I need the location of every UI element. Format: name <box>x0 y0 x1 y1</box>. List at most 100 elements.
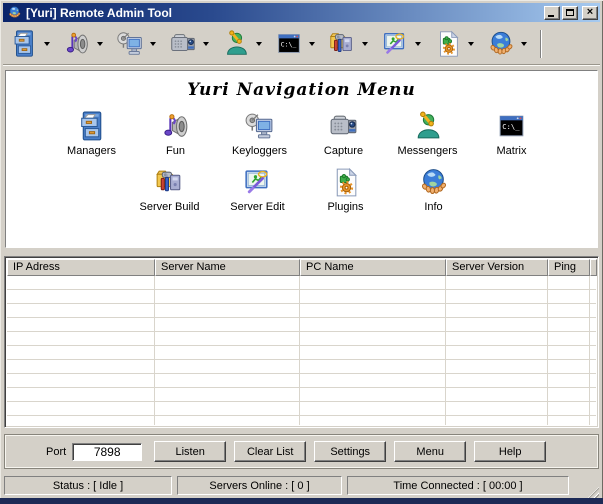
camcorder-icon <box>327 110 360 143</box>
dropdown-icon[interactable] <box>44 42 50 46</box>
settings-button[interactable]: Settings <box>314 441 386 462</box>
status-panel-servers-online: Servers Online : [ 0 ] <box>177 476 342 495</box>
document-gears-icon <box>329 166 362 199</box>
nav-item-label: Capture <box>324 145 363 157</box>
nav-item-server-edit[interactable]: Server Edit <box>214 166 302 213</box>
nav-item-keyloggers[interactable]: Keyloggers <box>218 110 302 157</box>
status-bar: Status : [ Idle ] Servers Online : [ 0 ]… <box>3 474 600 497</box>
dropdown-icon[interactable] <box>362 42 368 46</box>
menu-button[interactable]: Menu <box>394 441 466 462</box>
terminal-icon <box>274 29 304 59</box>
listen-button[interactable]: Listen <box>154 441 226 462</box>
music-speaker-icon <box>159 110 192 143</box>
dropdown-icon[interactable] <box>521 42 527 46</box>
nav-item-label: Keyloggers <box>232 145 287 157</box>
grid-line <box>299 276 300 425</box>
nav-item-capture[interactable]: Capture <box>302 110 386 157</box>
nav-item-server-build[interactable]: Server Build <box>126 166 214 213</box>
toolbar-button-capture[interactable] <box>167 28 210 60</box>
nav-item-info[interactable]: Info <box>390 166 478 213</box>
column-header-server-version[interactable]: Server Version <box>446 259 548 276</box>
terminal-icon <box>495 110 528 143</box>
folder-tools-icon <box>153 166 186 199</box>
toolbar-button-fun[interactable] <box>61 28 104 60</box>
messenger-buddy-icon <box>411 110 444 143</box>
nav-row-2: Server Build Server Edit Plugins Info <box>6 166 597 213</box>
column-header-ping[interactable]: Ping <box>548 259 590 276</box>
nav-item-label: Fun <box>166 145 185 157</box>
port-input[interactable] <box>72 443 142 461</box>
nav-row-1: Managers Fun Keyloggers Capture Messenge… <box>6 110 597 157</box>
dropdown-icon[interactable] <box>309 42 315 46</box>
toolbar-button-managers[interactable] <box>8 28 51 60</box>
satellite-monitor-icon <box>115 29 145 59</box>
close-button[interactable]: × <box>582 6 598 20</box>
nav-item-label: Plugins <box>327 201 363 213</box>
folder-tools-icon <box>327 29 357 59</box>
help-button[interactable]: Help <box>474 441 546 462</box>
nav-item-label: Server Build <box>140 201 200 213</box>
grid-line <box>547 276 548 425</box>
server-list-header: IP Adress Server Name PC Name Server Ver… <box>7 259 596 276</box>
globe-hands-icon <box>417 166 450 199</box>
nav-item-label: Server Edit <box>230 201 284 213</box>
document-gears-icon <box>433 29 463 59</box>
clear-list-button[interactable]: Clear List <box>234 441 306 462</box>
camcorder-icon <box>168 29 198 59</box>
toolbar-button-messengers[interactable] <box>220 28 263 60</box>
status-panel-status: Status : [ Idle ] <box>4 476 172 495</box>
column-header-pc-name[interactable]: PC Name <box>300 259 446 276</box>
nav-item-messengers[interactable]: Messengers <box>386 110 470 157</box>
server-list-body[interactable] <box>7 276 596 425</box>
navigation-menu-title: Yuri Navigation Menu <box>6 80 597 100</box>
grid-line <box>589 276 590 425</box>
grid-line <box>445 276 446 425</box>
dropdown-icon[interactable] <box>150 42 156 46</box>
screen-wand-icon <box>241 166 274 199</box>
window-title: [Yuri] Remote Admin Tool <box>26 6 544 20</box>
title-bar: [Yuri] Remote Admin Tool × <box>3 3 600 22</box>
nav-item-plugins[interactable]: Plugins <box>302 166 390 213</box>
toolbar-button-info[interactable] <box>485 28 528 60</box>
toolbar-button-server-edit[interactable] <box>379 28 422 60</box>
nav-item-label: Messengers <box>398 145 458 157</box>
column-header-filler <box>590 259 597 276</box>
toolbar-divider <box>3 64 600 65</box>
toolbar-button-keyloggers[interactable] <box>114 28 157 60</box>
dropdown-icon[interactable] <box>97 42 103 46</box>
dropdown-icon[interactable] <box>256 42 262 46</box>
music-speaker-icon <box>62 29 92 59</box>
dropdown-icon[interactable] <box>415 42 421 46</box>
column-header-server-name[interactable]: Server Name <box>155 259 300 276</box>
navigation-menu-panel: Yuri Navigation Menu Managers Fun Keylog… <box>5 70 598 248</box>
app-window: [Yuri] Remote Admin Tool × <box>0 0 603 504</box>
minimize-icon <box>548 15 554 17</box>
status-panel-time-connected: Time Connected : [ 00:00 ] <box>347 476 569 495</box>
dropdown-icon[interactable] <box>203 42 209 46</box>
maximize-icon <box>566 9 574 16</box>
toolbar-button-server-build[interactable] <box>326 28 369 60</box>
globe-hands-icon <box>486 29 516 59</box>
dropdown-icon[interactable] <box>468 42 474 46</box>
window-controls: × <box>544 6 598 20</box>
satellite-monitor-icon <box>243 110 276 143</box>
port-label: Port <box>46 446 66 458</box>
close-icon: × <box>587 7 593 18</box>
file-cabinet-icon <box>9 29 39 59</box>
nav-item-matrix[interactable]: Matrix <box>470 110 554 157</box>
nav-item-label: Info <box>424 201 442 213</box>
minimize-button[interactable] <box>544 6 560 20</box>
toolbar-separator <box>540 30 542 58</box>
maximize-button[interactable] <box>562 6 578 20</box>
grid-line <box>154 276 155 425</box>
nav-item-fun[interactable]: Fun <box>134 110 218 157</box>
messenger-buddy-icon <box>221 29 251 59</box>
globe-hands-icon[interactable] <box>7 5 22 20</box>
column-header-ip-adress[interactable]: IP Adress <box>7 259 155 276</box>
toolbar-button-plugins[interactable] <box>432 28 475 60</box>
nav-item-label: Managers <box>67 145 116 157</box>
file-cabinet-icon <box>75 110 108 143</box>
nav-item-managers[interactable]: Managers <box>50 110 134 157</box>
toolbar-button-matrix[interactable] <box>273 28 316 60</box>
control-panel: Port Listen Clear List Settings Menu Hel… <box>4 434 599 469</box>
